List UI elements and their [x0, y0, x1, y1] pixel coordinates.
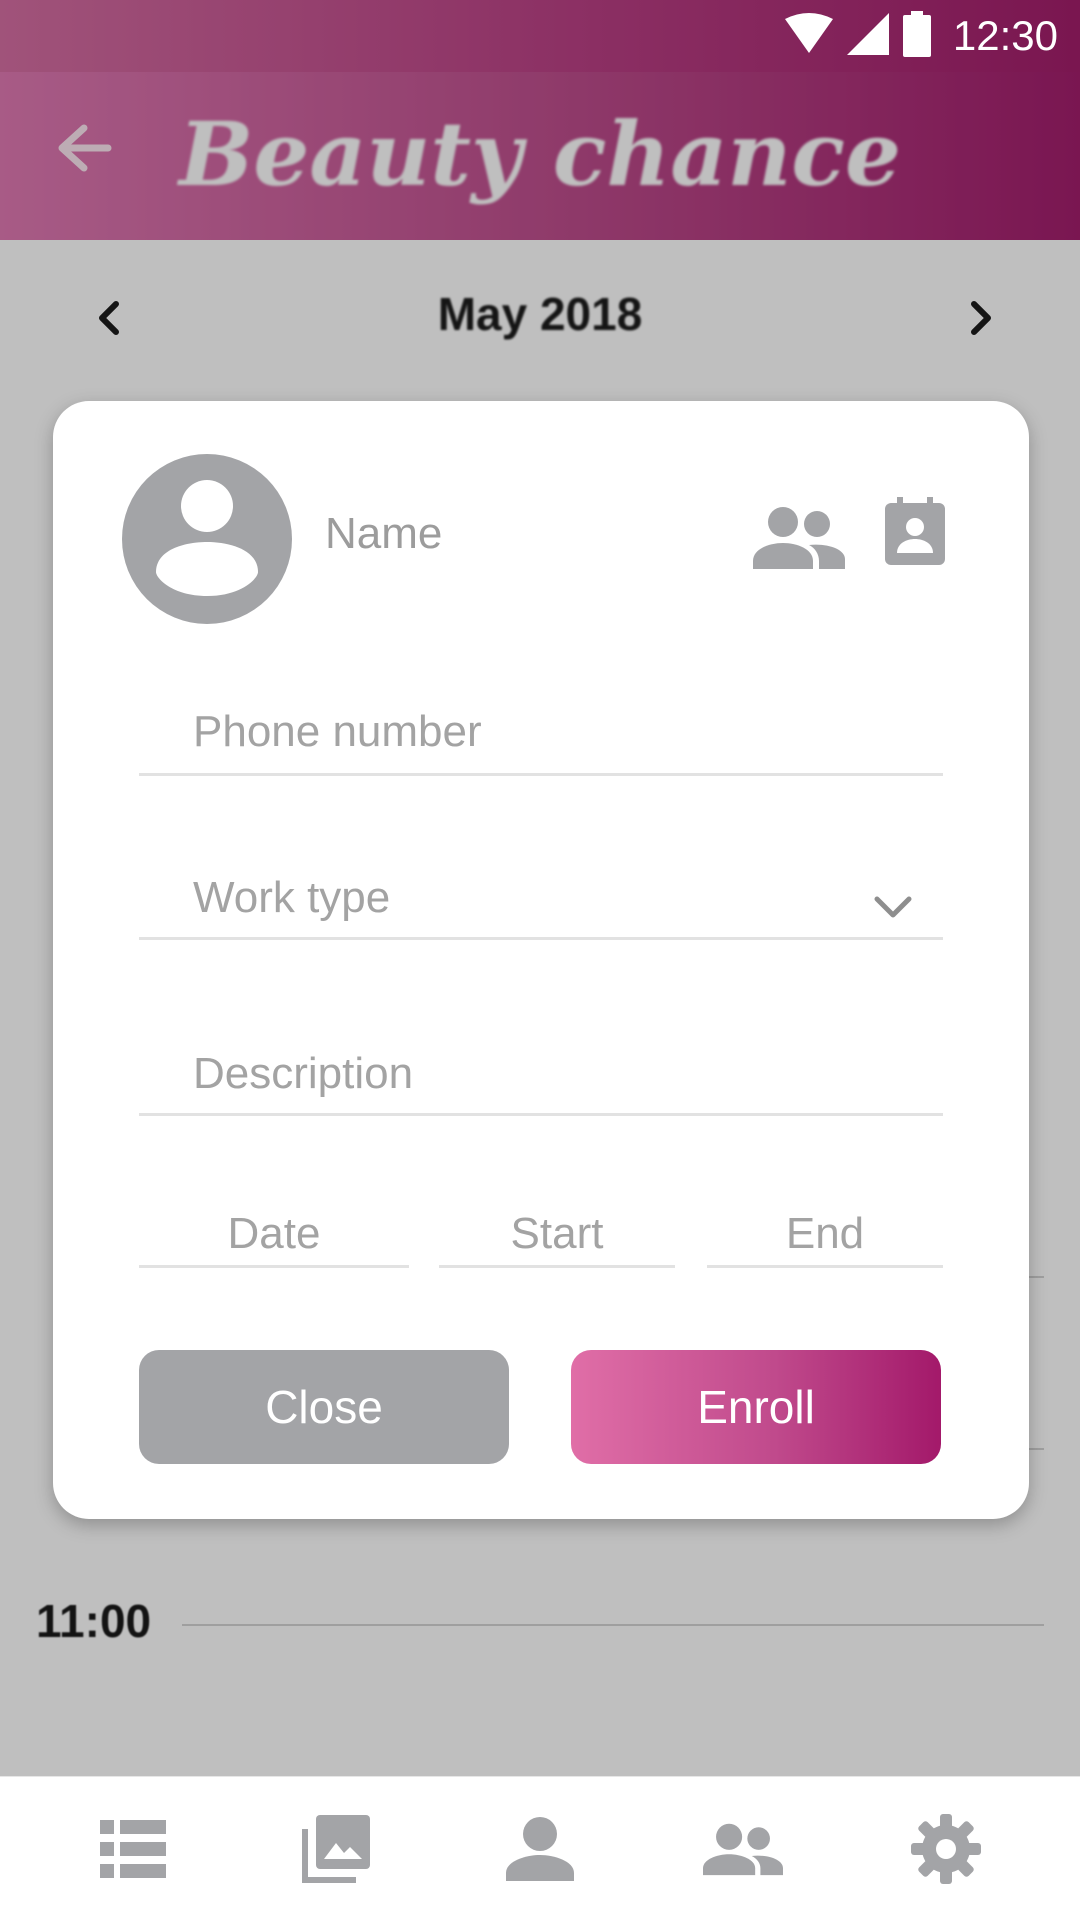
phone-number-field[interactable]: Phone number [139, 701, 943, 776]
enrollment-dialog: Name Phone number Work type Description … [53, 401, 1029, 1519]
nav-gallery-icon[interactable] [296, 1813, 376, 1885]
bottom-navigation [0, 1776, 1080, 1921]
nav-person-icon[interactable] [500, 1813, 580, 1885]
end-time-field[interactable]: End [707, 1209, 943, 1268]
battery-icon [902, 10, 931, 62]
signal-icon [846, 12, 889, 60]
work-type-select[interactable]: Work type [139, 865, 943, 940]
phone-number-placeholder: Phone number [193, 707, 482, 756]
avatar-placeholder-icon[interactable] [122, 454, 292, 624]
contacts-icon[interactable] [753, 505, 845, 574]
wifi-icon [784, 12, 833, 60]
nav-people-icon[interactable] [703, 1813, 783, 1885]
description-placeholder: Description [193, 1049, 414, 1098]
status-time: 12:30 [952, 12, 1058, 59]
name-label[interactable]: Name [325, 509, 442, 559]
status-icons: 12:30 [784, 10, 1058, 62]
close-button[interactable]: Close [139, 1350, 509, 1464]
nav-settings-icon[interactable] [906, 1813, 986, 1885]
start-time-field[interactable]: Start [439, 1209, 675, 1268]
date-field[interactable]: Date [139, 1209, 409, 1268]
work-type-placeholder: Work type [193, 873, 391, 922]
contact-card-icon[interactable] [885, 497, 945, 570]
description-field[interactable]: Description [139, 1041, 943, 1116]
nav-list-icon[interactable] [93, 1813, 173, 1885]
enroll-button[interactable]: Enroll [571, 1350, 941, 1464]
chevron-down-icon[interactable] [873, 895, 913, 926]
status-bar: 12:30 [0, 0, 1080, 72]
